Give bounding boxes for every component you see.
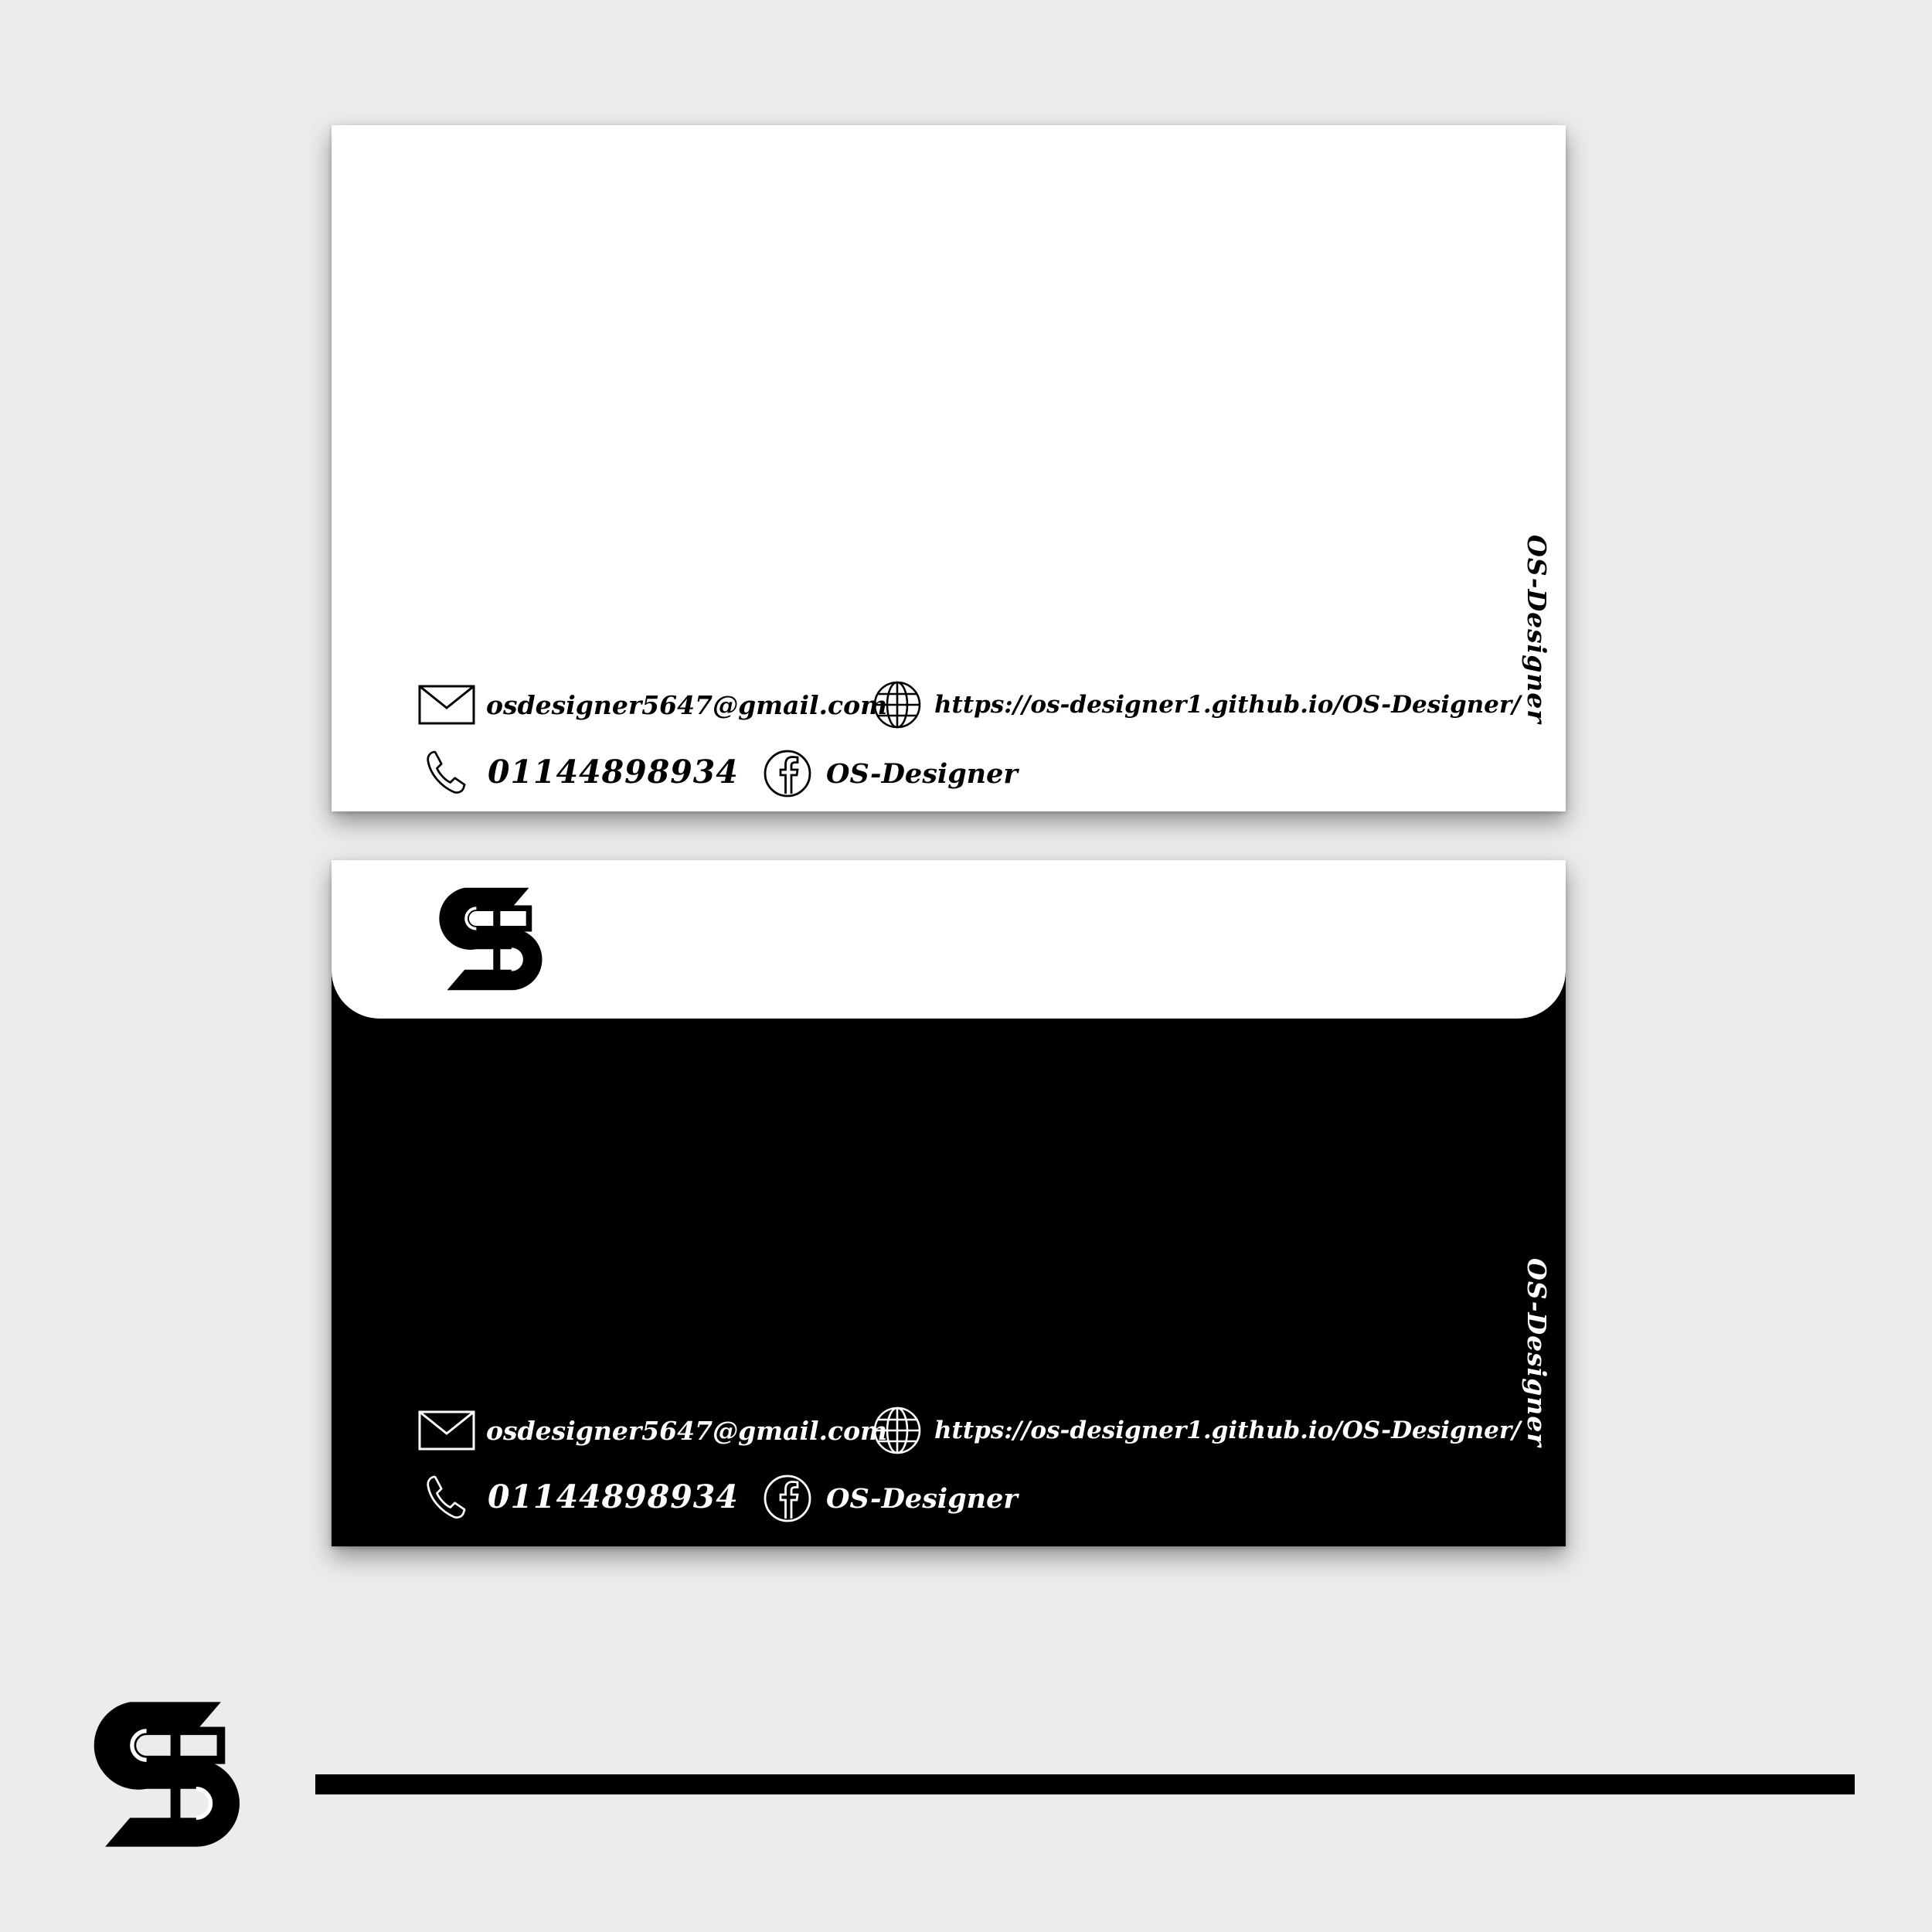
website-text: https://os-designer1.github.io/OS-Design…	[934, 1417, 1521, 1444]
business-card-front: OS-Designer osdesigner5647@gmail.com htt…	[332, 125, 1566, 811]
os-logo-large-icon	[77, 1698, 249, 1851]
website-row: https://os-designer1.github.io/OS-Design…	[872, 1406, 1521, 1455]
phone-row: 01144898934	[424, 1473, 739, 1521]
vertical-brand-name: OS-Designer	[1522, 535, 1552, 724]
envelope-icon	[418, 685, 475, 725]
facebook-icon	[764, 750, 811, 798]
website-text: https://os-designer1.github.io/OS-Design…	[934, 691, 1521, 719]
email-row: osdesigner5647@gmail.com	[418, 1410, 887, 1451]
website-row: https://os-designer1.github.io/OS-Design…	[872, 680, 1521, 730]
phone-icon	[427, 750, 466, 794]
envelope-icon	[418, 1410, 475, 1451]
footer-bar	[315, 1774, 1855, 1794]
phone-text: 01144898934	[488, 753, 739, 791]
facebook-row: OS-Designer	[763, 749, 1018, 798]
phone-icon	[427, 1475, 466, 1519]
facebook-icon	[764, 1475, 811, 1522]
phone-row: 01144898934	[424, 748, 739, 796]
facebook-row: OS-Designer	[763, 1474, 1018, 1523]
email-row: osdesigner5647@gmail.com	[418, 685, 887, 725]
business-card-back: OS-Designer osdesigner5647@gmail.com htt…	[332, 860, 1566, 1546]
globe-icon	[873, 681, 921, 729]
phone-text: 01144898934	[488, 1478, 739, 1515]
facebook-text: OS-Designer	[826, 757, 1018, 790]
email-text: osdesigner5647@gmail.com	[486, 1415, 888, 1446]
facebook-text: OS-Designer	[826, 1482, 1018, 1515]
email-text: osdesigner5647@gmail.com	[486, 689, 888, 720]
globe-icon	[873, 1406, 921, 1454]
vertical-brand-name: OS-Designer	[1522, 1258, 1552, 1447]
os-logo-icon	[427, 885, 549, 993]
